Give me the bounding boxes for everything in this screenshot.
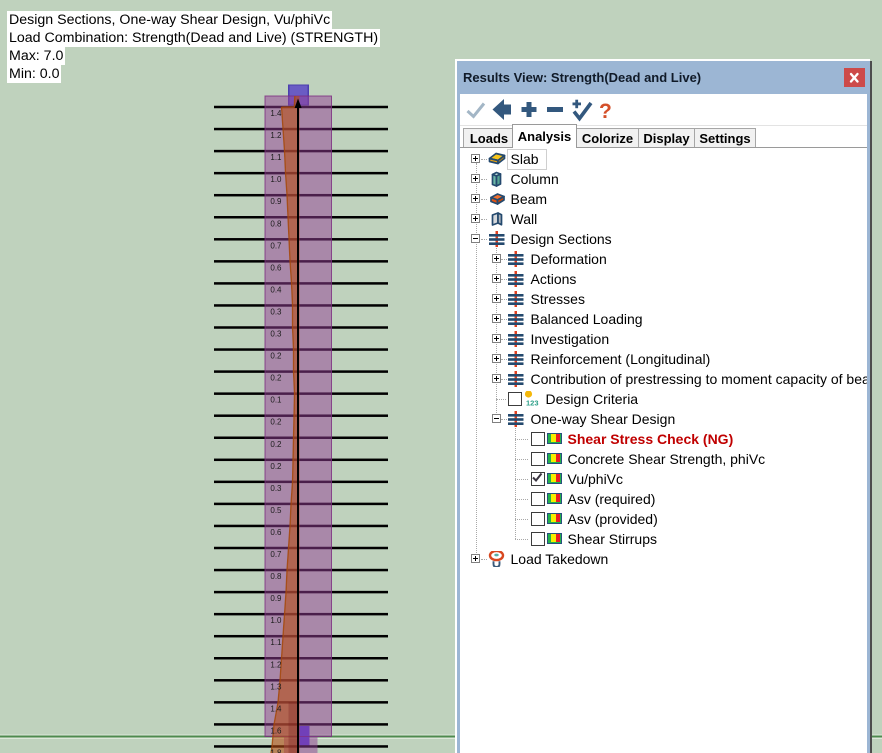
svg-text:0.7: 0.7 (270, 241, 282, 250)
svg-text:0.2: 0.2 (270, 440, 282, 449)
svg-text:0.2: 0.2 (270, 418, 282, 427)
svg-text:0.6: 0.6 (270, 263, 282, 272)
svg-text:0.9: 0.9 (270, 594, 282, 603)
svg-text:0.4: 0.4 (270, 285, 282, 294)
svg-text:0.3: 0.3 (270, 484, 282, 493)
svg-text:0.3: 0.3 (270, 330, 282, 339)
svg-text:0.1: 0.1 (270, 396, 282, 405)
svg-text:?: ? (599, 100, 612, 123)
svg-text:1.1: 1.1 (270, 153, 282, 162)
svg-text:1.8: 1.8 (270, 749, 282, 753)
svg-text:1.3: 1.3 (270, 682, 282, 691)
svg-text:0.2: 0.2 (270, 352, 282, 361)
svg-text:0.3: 0.3 (270, 308, 282, 317)
svg-text:123: 123 (526, 398, 539, 407)
svg-text:1.4: 1.4 (270, 109, 282, 118)
svg-text:1.0: 1.0 (270, 175, 282, 184)
svg-text:0.2: 0.2 (270, 462, 282, 471)
svg-text:0.7: 0.7 (270, 550, 282, 559)
svg-text:1.0: 1.0 (270, 616, 282, 625)
svg-text:0.8: 0.8 (270, 219, 282, 228)
svg-text:0.2: 0.2 (270, 374, 282, 383)
svg-text:0.6: 0.6 (270, 528, 282, 537)
svg-text:1.2: 1.2 (270, 131, 282, 140)
svg-text:0.5: 0.5 (270, 506, 282, 515)
svg-text:0.8: 0.8 (270, 572, 282, 581)
svg-text:1.2: 1.2 (270, 660, 282, 669)
svg-text:1.4: 1.4 (270, 704, 282, 713)
svg-text:0.9: 0.9 (270, 197, 282, 206)
svg-text:1.6: 1.6 (270, 726, 282, 735)
svg-text:1.1: 1.1 (270, 638, 282, 647)
